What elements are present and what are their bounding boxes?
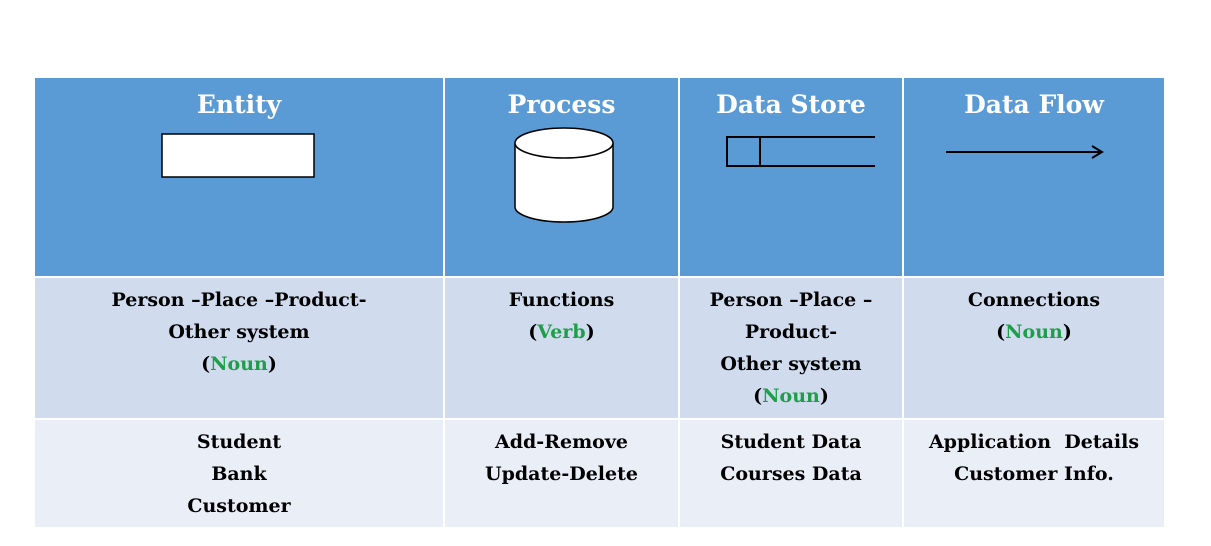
data-store-description-line: Product- bbox=[744, 321, 838, 343]
data-store-description-cell: Person –Place – Product- Other system (N… bbox=[678, 276, 904, 420]
data-store-header-title: Data Store bbox=[716, 90, 866, 119]
entity-example: Bank bbox=[211, 463, 267, 485]
process-header-title: Process bbox=[507, 90, 616, 119]
entity-description-cell: Person –Place –Product- Other system (No… bbox=[33, 276, 445, 420]
data-flow-word-class: (Noun) bbox=[904, 316, 1164, 348]
data-store-examples-cell: Student Data Courses Data bbox=[678, 418, 904, 529]
close-paren: ) bbox=[267, 353, 277, 375]
description-row: Person –Place –Product- Other system (No… bbox=[33, 276, 1166, 420]
data-store-word-class: (Noun) bbox=[680, 380, 902, 412]
noun-label: Noun bbox=[210, 353, 268, 375]
dfd-symbols-table-wrapper: Entity Process Data Store Data Flow Pers… bbox=[33, 76, 1166, 529]
noun-label: Noun bbox=[762, 385, 820, 407]
data-store-example: Courses Data bbox=[720, 463, 862, 485]
entity-word-class: (Noun) bbox=[35, 348, 443, 380]
entity-description-line: Other system bbox=[168, 321, 310, 343]
arrow-icon bbox=[946, 145, 1104, 159]
examples-row: Student Bank Customer Add-Remove Update-… bbox=[33, 418, 1166, 529]
header-row: Entity Process Data Store Data Flow bbox=[33, 76, 1166, 278]
data-store-example: Student Data bbox=[720, 431, 862, 453]
data-store-description-line: Person –Place – bbox=[709, 289, 873, 311]
process-examples-cell: Add-Remove Update-Delete bbox=[443, 418, 680, 529]
data-flow-header-title: Data Flow bbox=[964, 90, 1104, 119]
close-paren: ) bbox=[1062, 321, 1072, 343]
process-header-cell: Process bbox=[443, 76, 680, 278]
process-description-line: Functions bbox=[508, 289, 615, 311]
entity-example: Customer bbox=[187, 495, 291, 517]
process-example: Add-Remove bbox=[495, 431, 628, 453]
open-paren: ( bbox=[528, 321, 538, 343]
data-flow-examples-cell: Application Details Customer Info. bbox=[902, 418, 1166, 529]
rectangle-icon bbox=[161, 133, 315, 178]
process-example: Update-Delete bbox=[485, 463, 638, 485]
entity-header-title: Entity bbox=[196, 90, 282, 119]
data-store-description-line: Other system bbox=[720, 353, 862, 375]
close-paren: ) bbox=[819, 385, 829, 407]
data-flow-description-line: Connections bbox=[967, 289, 1101, 311]
data-flow-example: Customer Info. bbox=[954, 463, 1114, 485]
verb-label: Verb bbox=[537, 321, 586, 343]
dfd-symbols-table: Entity Process Data Store Data Flow Pers… bbox=[33, 76, 1166, 529]
data-flow-example: Application Details bbox=[928, 431, 1140, 453]
entity-header-cell: Entity bbox=[33, 76, 445, 278]
close-paren: ) bbox=[585, 321, 595, 343]
entity-example: Student bbox=[196, 431, 282, 453]
entity-description-line: Person –Place –Product- bbox=[111, 289, 367, 311]
open-rectangle-icon bbox=[726, 136, 875, 167]
noun-label: Noun bbox=[1005, 321, 1063, 343]
cylinder-icon bbox=[514, 127, 614, 223]
open-paren: ( bbox=[753, 385, 763, 407]
process-description-cell: Functions (Verb) bbox=[443, 276, 680, 420]
data-flow-header-cell: Data Flow bbox=[902, 76, 1166, 278]
process-word-class: (Verb) bbox=[445, 316, 678, 348]
data-flow-description-cell: Connections (Noun) bbox=[902, 276, 1166, 420]
data-store-header-cell: Data Store bbox=[678, 76, 904, 278]
open-paren: ( bbox=[201, 353, 211, 375]
open-paren: ( bbox=[996, 321, 1006, 343]
entity-examples-cell: Student Bank Customer bbox=[33, 418, 445, 529]
